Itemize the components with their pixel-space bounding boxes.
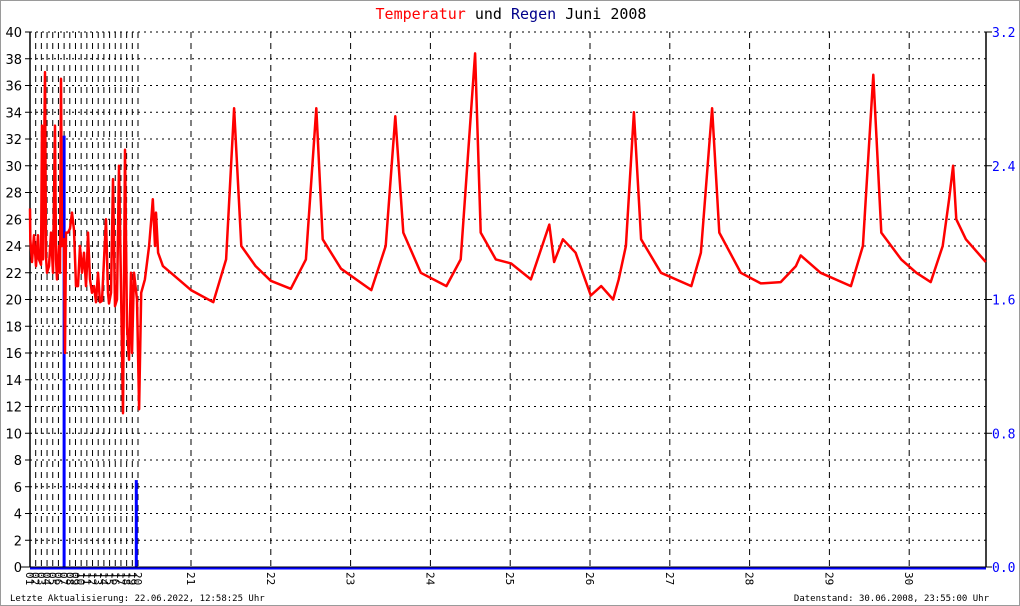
x-tick-label: 29	[822, 572, 835, 585]
x-tick-label: 30	[902, 572, 915, 585]
y-tick-label: 30	[5, 160, 22, 175]
y-tick-label: 34	[5, 106, 22, 121]
x-tick-label: 24	[423, 572, 436, 586]
x-tick-label: 23	[344, 572, 357, 585]
y2-tick-label: 3.2	[992, 26, 1015, 41]
y-tick-label: 40	[5, 26, 22, 41]
temperature-line	[28, 52, 987, 415]
y-tick-label: 18	[5, 320, 22, 335]
chart-svg: 02468101214161820222426283032343638400.0…	[5, 26, 1016, 586]
y-tick-label: 10	[5, 427, 22, 442]
y-tick-label: 14	[5, 374, 22, 389]
y2-tick-label: 1.6	[992, 294, 1015, 309]
chart-frame: Temperatur und Regen Juni 2008 0 2 4 6 8 10 12…	[0, 0, 1020, 606]
y-tick-label: 32	[5, 133, 22, 148]
x-tick-label: 20	[131, 572, 144, 585]
footer-data-date: Datenstand: 30.06.2008, 23:55:00 Uhr	[793, 594, 989, 604]
y-tick-label: 2	[14, 534, 22, 549]
y-tick-label: 26	[5, 213, 22, 228]
y-tick-label: 6	[14, 481, 22, 496]
y-tick-label: 20	[5, 294, 22, 309]
y2-tick-label: 0.8	[992, 427, 1015, 442]
y-tick-label: 0	[14, 561, 22, 576]
y-tick-label: 8	[14, 454, 22, 469]
x-tick-label: 21	[184, 572, 197, 585]
y2-tick-label: 2.4	[992, 160, 1016, 175]
y-tick-label: 22	[5, 267, 22, 282]
y-tick-label: 38	[5, 53, 22, 68]
y2-tick-label: 0.0	[992, 561, 1015, 576]
x-tick-label: 26	[583, 572, 596, 585]
y-tick-label: 4	[14, 508, 22, 523]
y-tick-label: 12	[5, 401, 22, 416]
footer-last-update: Letzte Aktualisierung: 22.06.2022, 12:58…	[10, 594, 265, 604]
x-tick-label: 28	[743, 572, 756, 585]
x-tick-label: 27	[663, 572, 676, 585]
y-tick-label: 28	[5, 187, 22, 202]
y-tick-label: 36	[5, 80, 22, 95]
y-tick-label: 16	[5, 347, 22, 362]
x-tick-label: 22	[264, 572, 277, 585]
x-tick-label: 25	[503, 572, 516, 585]
y-tick-label: 24	[5, 240, 22, 255]
rain-bar	[134, 480, 138, 567]
